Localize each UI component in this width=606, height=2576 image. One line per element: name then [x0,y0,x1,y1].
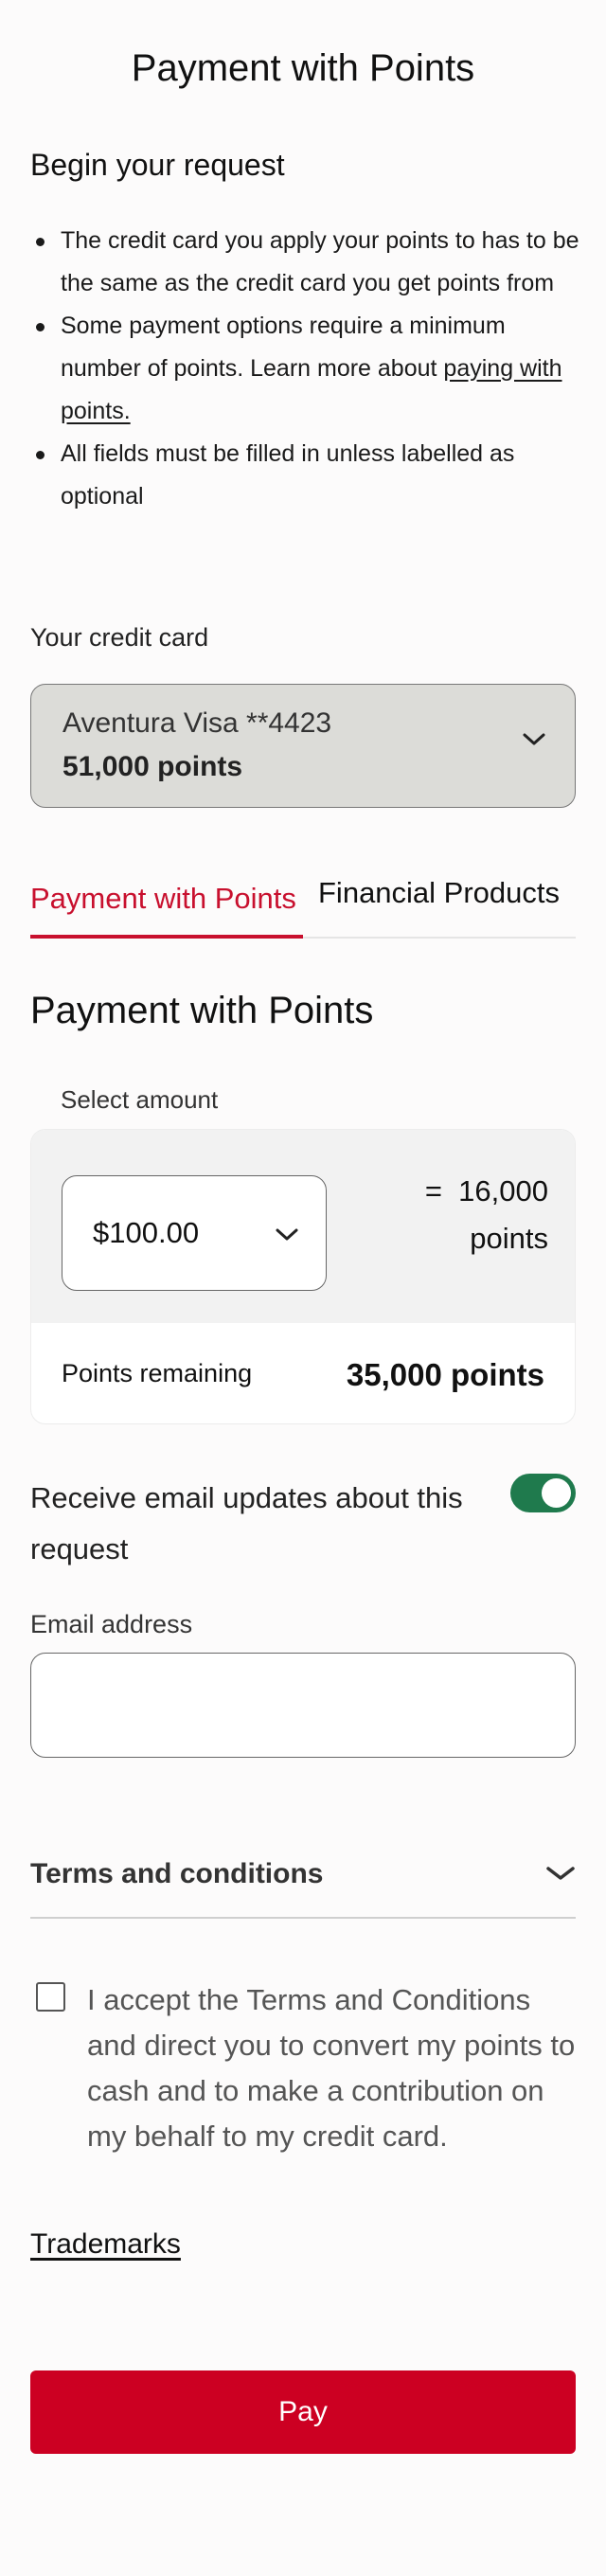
credit-card-points: 51,000 points [62,751,243,782]
terms-label: Terms and conditions [30,1858,324,1889]
points-unit: points [470,1222,548,1255]
amount-select[interactable]: $100.00 [62,1175,327,1291]
credit-card-name: Aventura Visa **4423 [62,707,332,739]
amount-selector-area: $100.00 = 16,000 points [31,1130,575,1323]
credit-card-label: Your credit card [30,623,209,652]
chevron-down-icon [276,1228,298,1241]
terms-accordion[interactable]: Terms and conditions [30,1837,576,1919]
section-title: Payment with Points [30,990,374,1031]
chevron-down-icon [546,1867,575,1880]
points-equivalent: = 16,000 points [359,1168,548,1262]
email-field[interactable] [30,1653,576,1758]
tab-payment-with-points[interactable]: Payment with Points [30,882,303,939]
accept-terms-text: I accept the Terms and Conditions and di… [87,1983,576,2153]
instruction-item: The credit card you apply your points to… [30,220,579,305]
amount-label: Select amount [61,1085,219,1114]
instructions-list: The credit card you apply your points to… [30,220,579,518]
email-label: Email address [30,1610,193,1638]
accept-terms-checkbox[interactable] [36,1982,65,2012]
instruction-text: Some payment options require a minimum n… [61,313,506,382]
toggle-knob [542,1478,571,1508]
instruction-item: All fields must be filled in unless labe… [30,433,579,518]
intro-heading: Begin your request [30,148,285,182]
credit-card-select[interactable]: Aventura Visa **4423 51,000 points [30,684,576,808]
tab-financial-products[interactable]: Financial Products [318,876,560,910]
email-updates-label: Receive email updates about this request [30,1481,463,1565]
trademarks-link[interactable]: Trademarks [30,2228,181,2261]
pay-button[interactable]: Pay [30,2370,576,2454]
instruction-item: Some payment options require a minimum n… [30,305,579,433]
page-title: Payment with Points [131,47,475,89]
email-updates-toggle[interactable] [510,1474,576,1512]
amount-value: $100.00 [93,1216,200,1249]
tab-bar: Payment with Points Financial Products [30,876,576,939]
points-remaining-value: 35,000 points [346,1357,544,1392]
points-remaining-label: Points remaining [62,1359,253,1387]
equivalent-points-value: 16,000 [458,1174,548,1208]
chevron-down-icon [523,733,545,745]
amount-card: $100.00 = 16,000 points Points remaining … [30,1129,576,1424]
equals-sign: = [424,1174,442,1208]
